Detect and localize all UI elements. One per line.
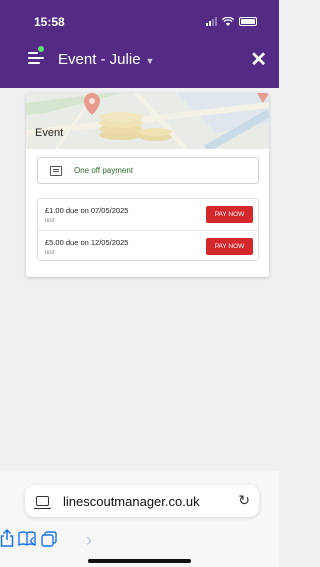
payment-due-label: £1.00 due on 07/05/2025 bbox=[45, 206, 129, 215]
payment-note: test bbox=[45, 250, 55, 256]
status-icons bbox=[206, 17, 257, 26]
payment-note: test bbox=[45, 218, 55, 224]
menu-icon[interactable] bbox=[28, 52, 44, 64]
home-indicator bbox=[88, 559, 191, 563]
tabs-icon[interactable] bbox=[41, 531, 57, 547]
reader-icon[interactable] bbox=[34, 496, 51, 509]
status-time: 15:58 bbox=[34, 15, 65, 29]
pay-now-button[interactable]: PAY NOW bbox=[206, 206, 253, 223]
event-card: Event One off payment £1.00 due on 07/05… bbox=[26, 93, 269, 277]
app-header: 15:58 Event - Julie ▼ ✕ bbox=[0, 0, 279, 88]
notification-dot bbox=[38, 46, 44, 52]
share-icon[interactable] bbox=[0, 528, 14, 547]
event-selector[interactable]: Event - Julie ▼ bbox=[58, 51, 154, 68]
payment-due-label: £5.00 due on 12/05/2025 bbox=[45, 238, 129, 247]
payments-list: £1.00 due on 07/05/2025 test PAY NOW £5.… bbox=[37, 198, 259, 261]
browser-toolbar: linescoutmanager.co.uk ↻ ‹ › bbox=[0, 471, 279, 567]
map-banner-image bbox=[26, 93, 269, 149]
signal-icon bbox=[206, 17, 217, 26]
card-title: Event bbox=[35, 127, 64, 139]
pay-now-button[interactable]: PAY NOW bbox=[206, 238, 253, 255]
browser-nav: ‹ › bbox=[0, 528, 279, 555]
payment-type-box: One off payment bbox=[37, 157, 259, 184]
url-text[interactable]: linescoutmanager.co.uk bbox=[63, 494, 200, 509]
reload-icon[interactable]: ↻ bbox=[238, 492, 250, 509]
address-bar[interactable]: linescoutmanager.co.uk ↻ bbox=[25, 485, 259, 517]
payment-type-label: One off payment bbox=[74, 166, 133, 175]
payment-row: £5.00 due on 12/05/2025 test PAY NOW bbox=[38, 230, 258, 261]
payment-row: £1.00 due on 07/05/2025 test PAY NOW bbox=[38, 199, 258, 230]
chevron-down-icon: ▼ bbox=[145, 55, 155, 66]
back-icon[interactable]: ‹ bbox=[29, 529, 35, 551]
wifi-icon bbox=[222, 17, 234, 26]
battery-icon bbox=[239, 17, 257, 26]
message-icon bbox=[50, 165, 62, 176]
forward-icon[interactable]: › bbox=[86, 529, 92, 551]
close-icon[interactable]: ✕ bbox=[250, 50, 267, 70]
page-title: Event - Julie bbox=[58, 51, 141, 68]
